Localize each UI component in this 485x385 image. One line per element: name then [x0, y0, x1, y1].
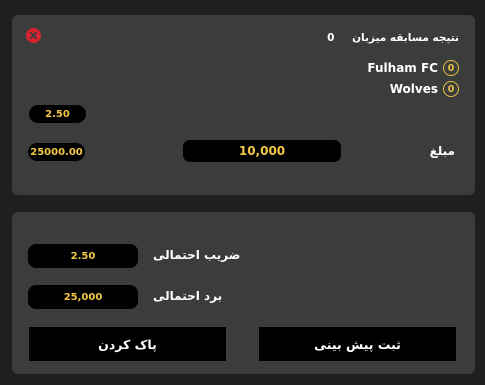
ticket-title-row: نتیجه مسابقه میزبان 0 [327, 32, 459, 44]
stake-label: مبلغ [429, 144, 455, 158]
bet-ticket-card: نتیجه مسابقه میزبان 0 Fulham FC 0 Wolves… [12, 15, 475, 195]
stake-amount-input[interactable] [183, 140, 341, 162]
odds-pill: 2.50 [29, 105, 86, 123]
team-name: Wolves [389, 82, 438, 96]
max-amount-pill: 25000.00 [28, 143, 85, 161]
total-odds-value: 2.50 [28, 244, 138, 268]
ticket-title: نتیجه مسابقه میزبان [352, 32, 459, 44]
clear-button[interactable]: پاک کردن [29, 327, 226, 361]
team-name: Fulham FC [367, 61, 438, 75]
submit-bet-button[interactable]: ثبت پیش بینی [259, 327, 456, 361]
total-odds-label: ضریب احتمالی [153, 248, 241, 262]
team-score-badge: 0 [443, 81, 459, 97]
ticket-count: 0 [327, 32, 335, 44]
team-row-home: Fulham FC 0 [367, 60, 459, 76]
close-circle-icon[interactable] [26, 28, 41, 43]
team-row-away: Wolves 0 [390, 81, 459, 97]
potential-win-label: برد احتمالی [153, 289, 223, 303]
bet-summary-card: 2.50 ضریب احتمالی 25,000 برد احتمالی پاک… [12, 212, 475, 374]
team-score-badge: 0 [443, 60, 459, 76]
potential-win-value: 25,000 [28, 285, 138, 309]
